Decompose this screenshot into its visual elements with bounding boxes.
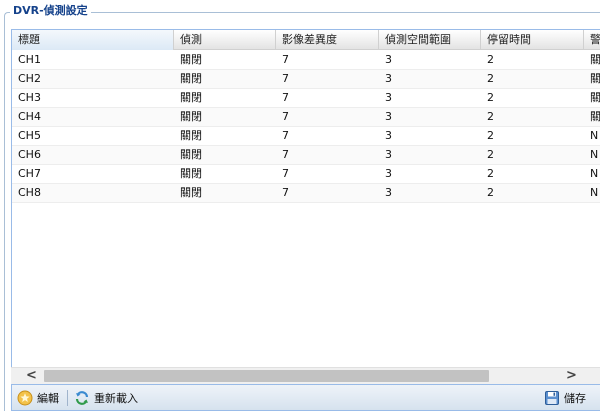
cell-image-difference: 7 bbox=[282, 53, 289, 66]
cell-title: CH3 bbox=[18, 91, 41, 104]
save-button[interactable]: 儲存 bbox=[544, 389, 586, 407]
cell-image-difference: 7 bbox=[282, 72, 289, 85]
cell-dwell-time: 2 bbox=[487, 167, 494, 180]
cell-title: CH4 bbox=[18, 110, 41, 123]
column-header-dwell-time[interactable]: 停留時間 bbox=[481, 30, 584, 50]
cell-alarm: 關 bbox=[590, 91, 600, 104]
cell-alarm: 關 bbox=[590, 110, 600, 123]
cell-detection-range: 3 bbox=[385, 167, 392, 180]
cell-image-difference: 7 bbox=[282, 148, 289, 161]
cell-title: CH2 bbox=[18, 72, 41, 85]
column-header-detection[interactable]: 偵測 bbox=[174, 30, 276, 50]
floppy-disk-icon bbox=[544, 390, 560, 406]
cell-dwell-time: 2 bbox=[487, 148, 494, 161]
save-button-label: 儲存 bbox=[564, 392, 586, 405]
cell-alarm: N bbox=[590, 186, 599, 199]
cell-title: CH7 bbox=[18, 167, 41, 180]
toolbar-separator bbox=[67, 390, 68, 406]
cell-image-difference: 7 bbox=[282, 110, 289, 123]
cell-image-difference: 7 bbox=[282, 167, 289, 180]
cell-detection: 關閉 bbox=[180, 91, 202, 104]
edit-button-label: 編輯 bbox=[37, 392, 59, 405]
cell-detection-range: 3 bbox=[385, 110, 392, 123]
edit-star-icon bbox=[17, 390, 33, 406]
cell-dwell-time: 2 bbox=[487, 129, 494, 142]
cell-detection-range: 3 bbox=[385, 53, 392, 66]
table-row[interactable]: CH8 關閉 7 3 2 N bbox=[12, 184, 600, 203]
scrollbar-thumb[interactable] bbox=[44, 370, 489, 382]
edit-button[interactable]: 編輯 bbox=[17, 389, 59, 407]
cell-detection-range: 3 bbox=[385, 148, 392, 161]
table-row[interactable]: CH3 關閉 7 3 2 關 bbox=[12, 89, 600, 108]
column-header-alarm[interactable]: 警 bbox=[584, 30, 600, 50]
reload-icon bbox=[74, 390, 90, 406]
cell-detection: 關閉 bbox=[180, 72, 202, 85]
cell-detection-range: 3 bbox=[385, 72, 392, 85]
column-header-image-difference[interactable]: 影像差異度 bbox=[276, 30, 379, 50]
bottom-toolbar: 編輯 重新載入 儲存 bbox=[11, 384, 600, 411]
cell-detection-range: 3 bbox=[385, 129, 392, 142]
table-row[interactable]: CH1 關閉 7 3 2 關 bbox=[12, 51, 600, 70]
cell-alarm: N bbox=[590, 148, 599, 161]
table-row[interactable]: CH6 關閉 7 3 2 N bbox=[12, 146, 600, 165]
cell-title: CH1 bbox=[18, 53, 41, 66]
cell-alarm: N bbox=[590, 167, 599, 180]
scroll-left-arrow-icon[interactable]: < bbox=[23, 368, 40, 384]
grid-header: 標題 偵測 影像差異度 偵測空間範圍 停留時間 警 bbox=[12, 30, 600, 50]
cell-title: CH6 bbox=[18, 148, 41, 161]
cell-detection-range: 3 bbox=[385, 186, 392, 199]
cell-title: CH5 bbox=[18, 129, 41, 142]
table-row[interactable]: CH5 關閉 7 3 2 N bbox=[12, 127, 600, 146]
cell-detection: 關閉 bbox=[180, 129, 202, 142]
panel-title: DVR-偵測設定 bbox=[10, 4, 91, 18]
cell-detection-range: 3 bbox=[385, 91, 392, 104]
detection-grid: 標題 偵測 影像差異度 偵測空間範圍 停留時間 警 CH1 關閉 7 3 2 關 CH2 關閉… bbox=[11, 29, 600, 384]
scroll-right-arrow-icon[interactable]: > bbox=[563, 368, 580, 384]
cell-alarm: 關 bbox=[590, 53, 600, 66]
cell-detection: 關閉 bbox=[180, 110, 202, 123]
cell-image-difference: 7 bbox=[282, 186, 289, 199]
reload-button[interactable]: 重新載入 bbox=[74, 389, 138, 407]
table-row[interactable]: CH2 關閉 7 3 2 關 bbox=[12, 70, 600, 89]
cell-title: CH8 bbox=[18, 186, 41, 199]
reload-button-label: 重新載入 bbox=[94, 392, 138, 405]
cell-dwell-time: 2 bbox=[487, 91, 494, 104]
cell-alarm: 關 bbox=[590, 72, 600, 85]
cell-dwell-time: 2 bbox=[487, 53, 494, 66]
table-row[interactable]: CH4 關閉 7 3 2 關 bbox=[12, 108, 600, 127]
cell-image-difference: 7 bbox=[282, 129, 289, 142]
horizontal-scrollbar[interactable]: < > bbox=[11, 367, 600, 384]
column-header-detection-range[interactable]: 偵測空間範圍 bbox=[379, 30, 481, 50]
cell-dwell-time: 2 bbox=[487, 72, 494, 85]
table-row[interactable]: CH7 關閉 7 3 2 N bbox=[12, 165, 600, 184]
cell-alarm: N bbox=[590, 129, 599, 142]
cell-detection: 關閉 bbox=[180, 186, 202, 199]
cell-image-difference: 7 bbox=[282, 91, 289, 104]
cell-detection: 關閉 bbox=[180, 167, 202, 180]
cell-dwell-time: 2 bbox=[487, 110, 494, 123]
grid-body: CH1 關閉 7 3 2 關 CH2 關閉 7 3 2 關 CH3 關閉 7 3 2 關 CH4 關閉 7 3 2 關 CH5 關… bbox=[12, 51, 600, 203]
cell-detection: 關閉 bbox=[180, 148, 202, 161]
cell-detection: 關閉 bbox=[180, 53, 202, 66]
cell-dwell-time: 2 bbox=[487, 186, 494, 199]
column-header-title[interactable]: 標題 bbox=[12, 30, 174, 50]
